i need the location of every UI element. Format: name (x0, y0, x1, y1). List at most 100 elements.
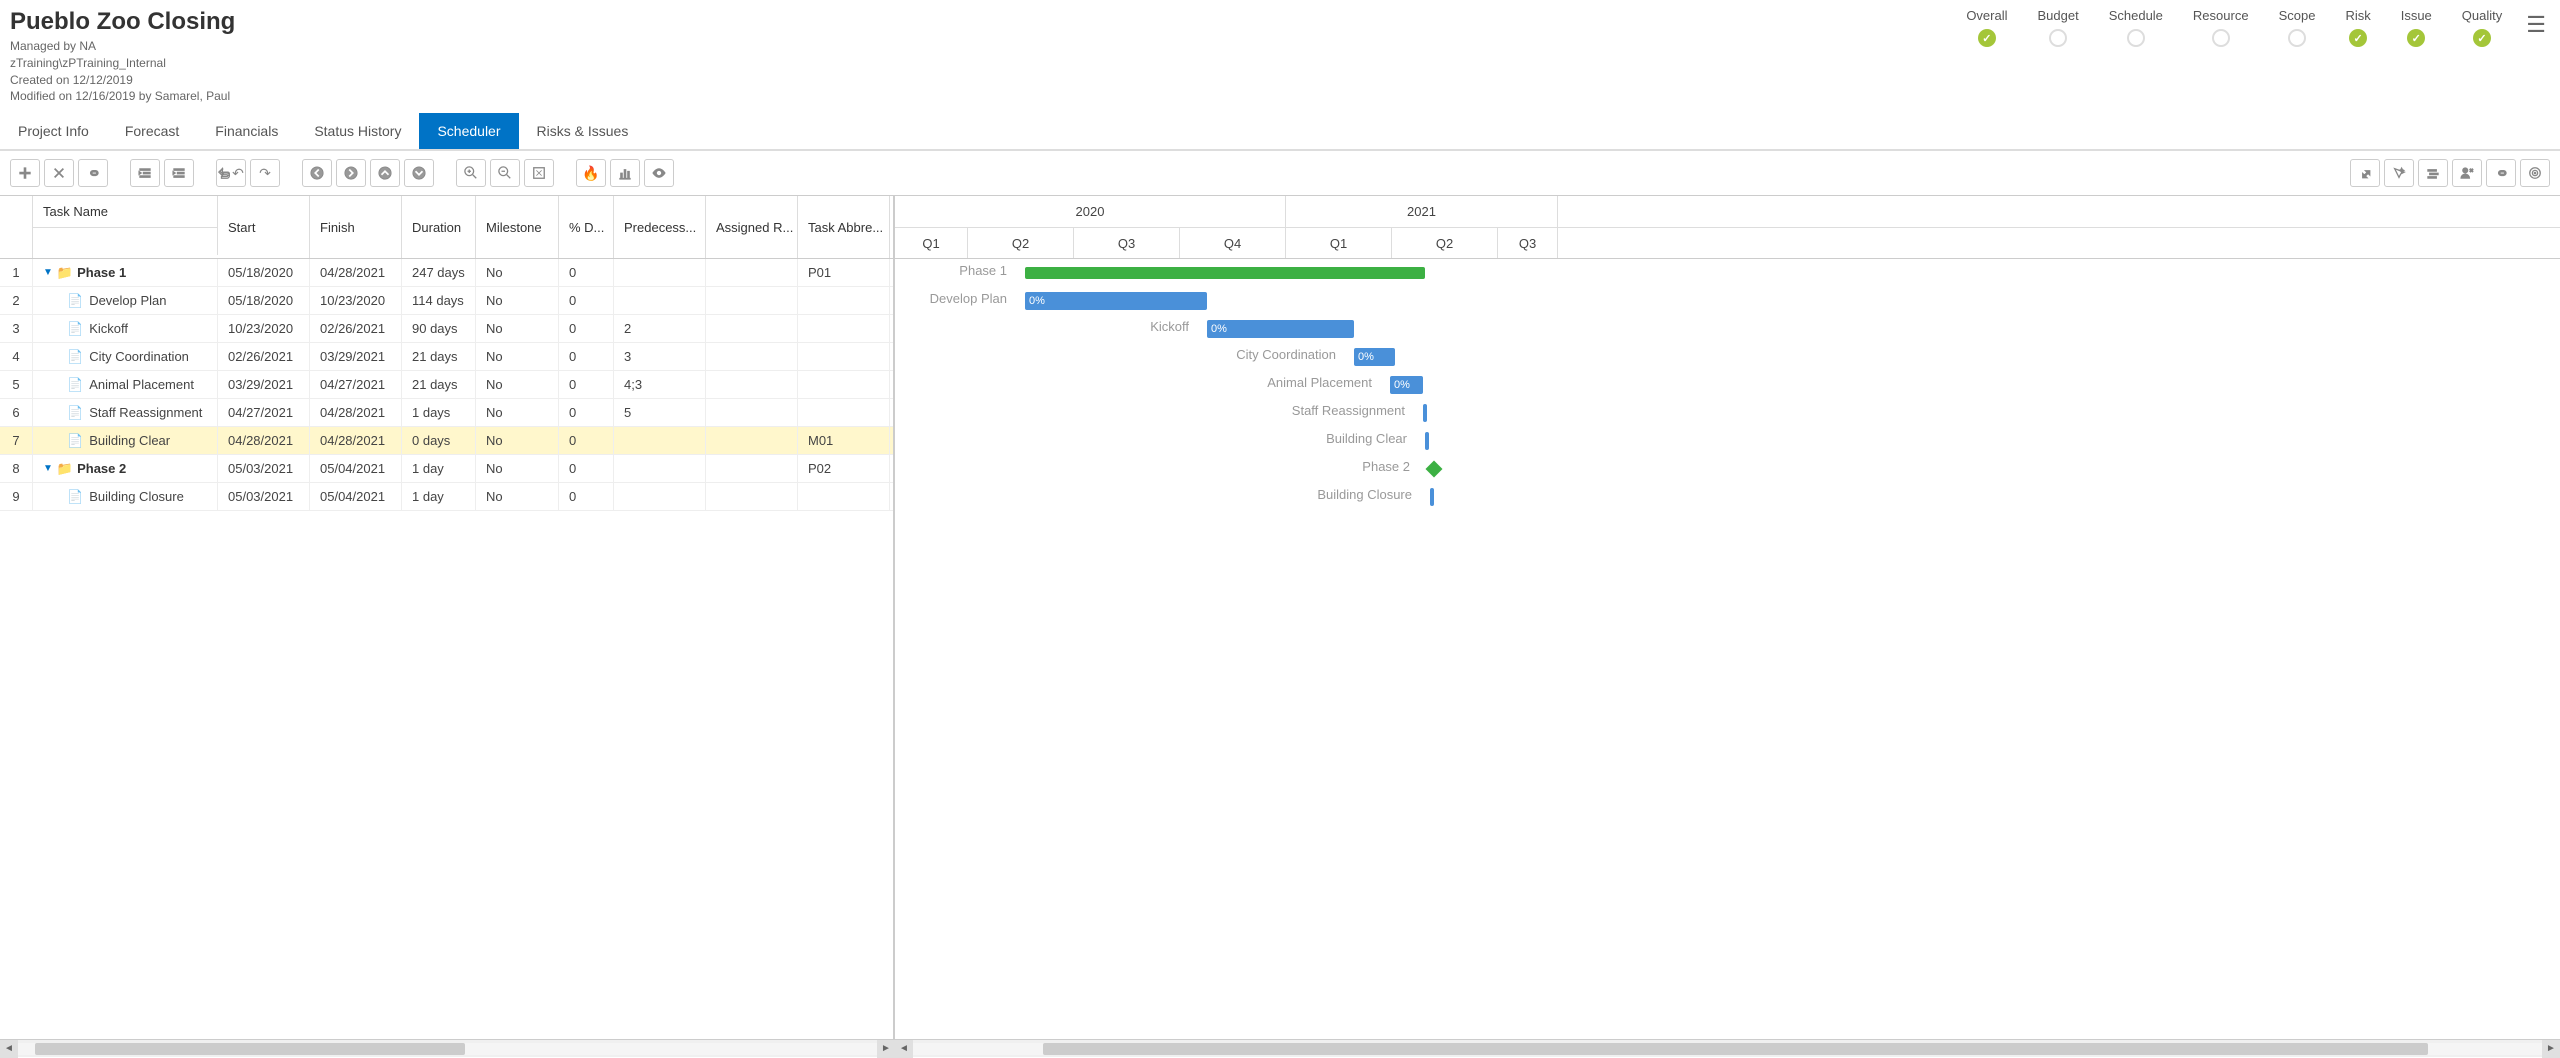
cell[interactable] (614, 483, 706, 510)
scroll-right-icon[interactable]: ► (2542, 1040, 2560, 1058)
col-header-abbr[interactable]: Task Abbre... (798, 196, 890, 258)
col-header-assign[interactable]: Assigned R... (706, 196, 798, 258)
tab-financials[interactable]: Financials (197, 113, 296, 149)
cell[interactable]: ▼📁Phase 2 (33, 455, 218, 482)
cell[interactable] (706, 427, 798, 454)
collapse-icon[interactable]: ▼ (43, 267, 53, 278)
cell[interactable]: 05/18/2020 (218, 287, 310, 314)
cell[interactable]: No (476, 343, 559, 370)
link-button[interactable] (78, 159, 108, 187)
delete-button[interactable] (44, 159, 74, 187)
cell[interactable] (706, 455, 798, 482)
status-resource[interactable]: Resource (2193, 8, 2249, 47)
scroll-thumb[interactable] (35, 1043, 465, 1055)
table-row[interactable]: 9📄Building Closure05/03/202105/04/20211 … (0, 483, 893, 511)
cell[interactable]: 0 (559, 343, 614, 370)
cell[interactable]: 10/23/2020 (218, 315, 310, 342)
cell[interactable]: 8 (0, 455, 33, 482)
cell[interactable]: 03/29/2021 (310, 343, 402, 370)
cell[interactable] (798, 399, 890, 426)
cell[interactable]: 4;3 (614, 371, 706, 398)
chart-button[interactable] (610, 159, 640, 187)
tab-risks-issues[interactable]: Risks & Issues (519, 113, 647, 149)
table-row[interactable]: 5📄Animal Placement03/29/202104/27/202121… (0, 371, 893, 399)
cell[interactable]: 21 days (402, 371, 476, 398)
table-row[interactable]: 4📄City Coordination02/26/202103/29/20212… (0, 343, 893, 371)
cell[interactable] (614, 455, 706, 482)
cell[interactable]: 04/28/2021 (310, 259, 402, 286)
status-issue[interactable]: Issue✓ (2401, 8, 2432, 47)
gantt-bar[interactable] (1025, 267, 1425, 279)
cell[interactable]: No (476, 315, 559, 342)
cell[interactable]: No (476, 399, 559, 426)
collapse-button[interactable] (2350, 159, 2380, 187)
col-header-duration[interactable]: Duration (402, 196, 476, 258)
critical-path-button[interactable]: 🔥 (576, 159, 606, 187)
cell[interactable]: 05/03/2021 (218, 455, 310, 482)
cell[interactable]: 2 (614, 315, 706, 342)
tab-scheduler[interactable]: Scheduler (419, 113, 518, 149)
add-button[interactable] (10, 159, 40, 187)
cell[interactable]: 1 day (402, 483, 476, 510)
cell[interactable] (706, 259, 798, 286)
cell[interactable]: 3 (0, 315, 33, 342)
cell[interactable]: 1 day (402, 455, 476, 482)
cell[interactable]: 1 days (402, 399, 476, 426)
cell[interactable]: 0 (559, 315, 614, 342)
cell[interactable] (798, 315, 890, 342)
cell[interactable]: 4 (0, 343, 33, 370)
cell[interactable]: 📄Staff Reassignment (33, 399, 218, 426)
cell[interactable]: 04/28/2021 (310, 399, 402, 426)
cell[interactable]: 📄Develop Plan (33, 287, 218, 314)
cell[interactable]: No (476, 287, 559, 314)
cell[interactable] (614, 287, 706, 314)
cell[interactable]: No (476, 259, 559, 286)
cell[interactable]: 05/18/2020 (218, 259, 310, 286)
grid-scrollbar[interactable]: ◄ ► (0, 1039, 895, 1057)
cell[interactable]: 05/03/2021 (218, 483, 310, 510)
cell[interactable]: 04/28/2021 (218, 427, 310, 454)
cell[interactable]: P01 (798, 259, 890, 286)
cell[interactable] (614, 259, 706, 286)
cell[interactable]: 0 (559, 259, 614, 286)
col-header-start[interactable]: Start (218, 196, 310, 258)
col-header-milestone[interactable]: Milestone (476, 196, 559, 258)
milestone-diamond-icon[interactable] (1426, 461, 1443, 478)
nav-left-button[interactable] (302, 159, 332, 187)
cell[interactable] (706, 371, 798, 398)
cell[interactable]: 04/27/2021 (218, 399, 310, 426)
outdent-button[interactable] (130, 159, 160, 187)
cell[interactable]: 3 (614, 343, 706, 370)
col-header-pred[interactable]: Predecess... (614, 196, 706, 258)
col-header-finish[interactable]: Finish (310, 196, 402, 258)
cell[interactable]: 2 (0, 287, 33, 314)
cell[interactable]: 0 (559, 483, 614, 510)
cell[interactable]: 5 (0, 371, 33, 398)
cell[interactable]: 02/26/2021 (218, 343, 310, 370)
cell[interactable]: 📄City Coordination (33, 343, 218, 370)
gantt-bar[interactable] (1425, 432, 1429, 450)
status-risk[interactable]: Risk✓ (2345, 8, 2370, 47)
scroll-left-icon[interactable]: ◄ (0, 1040, 18, 1058)
cell[interactable]: 114 days (402, 287, 476, 314)
col-header-pct[interactable]: % D... (559, 196, 614, 258)
tab-status-history[interactable]: Status History (296, 113, 419, 149)
zoom-out-button[interactable] (490, 159, 520, 187)
status-budget[interactable]: Budget (2038, 8, 2079, 47)
baseline-button[interactable] (2418, 159, 2448, 187)
zoom-fit-button[interactable] (524, 159, 554, 187)
cell[interactable]: 0 (559, 455, 614, 482)
cell[interactable] (706, 343, 798, 370)
cell[interactable]: No (476, 371, 559, 398)
target-button[interactable] (2520, 159, 2550, 187)
cell[interactable] (798, 483, 890, 510)
cell[interactable]: 📄Building Closure (33, 483, 218, 510)
scroll-right-icon[interactable]: ► (877, 1040, 895, 1058)
cell[interactable] (706, 287, 798, 314)
cell[interactable]: 0 (559, 287, 614, 314)
status-schedule[interactable]: Schedule (2109, 8, 2163, 47)
status-scope[interactable]: Scope (2279, 8, 2316, 47)
view-button[interactable] (644, 159, 674, 187)
tab-project-info[interactable]: Project Info (0, 113, 107, 149)
cell[interactable]: 9 (0, 483, 33, 510)
